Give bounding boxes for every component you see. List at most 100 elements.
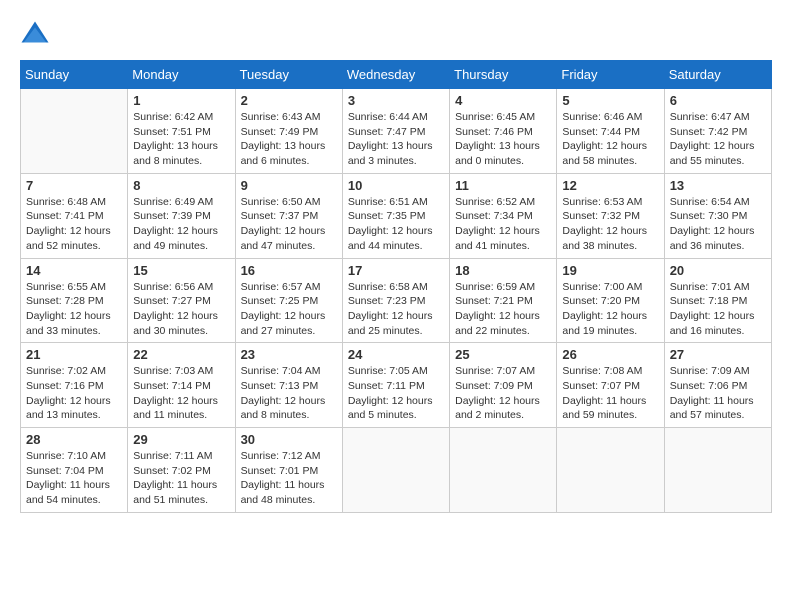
sunset-label: Sunset: 7:06 PM bbox=[670, 380, 748, 392]
calendar-week-row: 1 Sunrise: 6:42 AM Sunset: 7:51 PM Dayli… bbox=[21, 89, 772, 174]
sunrise-label: Sunrise: 7:07 AM bbox=[455, 365, 535, 377]
sunset-label: Sunset: 7:47 PM bbox=[348, 126, 426, 138]
sunrise-label: Sunrise: 6:56 AM bbox=[133, 281, 213, 293]
sunrise-label: Sunrise: 6:59 AM bbox=[455, 281, 535, 293]
day-number: 28 bbox=[26, 432, 122, 447]
daylight-label: Daylight: 12 hours and 58 minutes. bbox=[562, 140, 647, 167]
day-info: Sunrise: 7:01 AM Sunset: 7:18 PM Dayligh… bbox=[670, 280, 766, 339]
day-number: 22 bbox=[133, 347, 229, 362]
daylight-label: Daylight: 12 hours and 11 minutes. bbox=[133, 395, 218, 422]
sunrise-label: Sunrise: 7:01 AM bbox=[670, 281, 750, 293]
day-info: Sunrise: 7:08 AM Sunset: 7:07 PM Dayligh… bbox=[562, 364, 658, 423]
day-number: 12 bbox=[562, 178, 658, 193]
calendar-week-row: 21 Sunrise: 7:02 AM Sunset: 7:16 PM Dayl… bbox=[21, 343, 772, 428]
day-number: 10 bbox=[348, 178, 444, 193]
day-info: Sunrise: 7:11 AM Sunset: 7:02 PM Dayligh… bbox=[133, 449, 229, 508]
daylight-label: Daylight: 11 hours and 54 minutes. bbox=[26, 479, 110, 506]
calendar-cell: 14 Sunrise: 6:55 AM Sunset: 7:28 PM Dayl… bbox=[21, 258, 128, 343]
daylight-label: Daylight: 12 hours and 5 minutes. bbox=[348, 395, 433, 422]
sunset-label: Sunset: 7:30 PM bbox=[670, 210, 748, 222]
day-number: 25 bbox=[455, 347, 551, 362]
sunrise-label: Sunrise: 7:03 AM bbox=[133, 365, 213, 377]
sunrise-label: Sunrise: 7:02 AM bbox=[26, 365, 106, 377]
daylight-label: Daylight: 12 hours and 41 minutes. bbox=[455, 225, 540, 252]
weekday-header: Wednesday bbox=[342, 61, 449, 89]
day-number: 29 bbox=[133, 432, 229, 447]
day-info: Sunrise: 6:51 AM Sunset: 7:35 PM Dayligh… bbox=[348, 195, 444, 254]
sunrise-label: Sunrise: 6:58 AM bbox=[348, 281, 428, 293]
sunrise-label: Sunrise: 6:50 AM bbox=[241, 196, 321, 208]
day-number: 5 bbox=[562, 93, 658, 108]
sunset-label: Sunset: 7:28 PM bbox=[26, 295, 104, 307]
weekday-header-row: SundayMondayTuesdayWednesdayThursdayFrid… bbox=[21, 61, 772, 89]
sunset-label: Sunset: 7:04 PM bbox=[26, 465, 104, 477]
calendar-cell: 20 Sunrise: 7:01 AM Sunset: 7:18 PM Dayl… bbox=[664, 258, 771, 343]
weekday-header: Thursday bbox=[450, 61, 557, 89]
daylight-label: Daylight: 12 hours and 49 minutes. bbox=[133, 225, 218, 252]
calendar-cell: 7 Sunrise: 6:48 AM Sunset: 7:41 PM Dayli… bbox=[21, 173, 128, 258]
daylight-label: Daylight: 12 hours and 47 minutes. bbox=[241, 225, 326, 252]
sunrise-label: Sunrise: 6:51 AM bbox=[348, 196, 428, 208]
sunset-label: Sunset: 7:34 PM bbox=[455, 210, 533, 222]
sunset-label: Sunset: 7:01 PM bbox=[241, 465, 319, 477]
sunrise-label: Sunrise: 6:45 AM bbox=[455, 111, 535, 123]
daylight-label: Daylight: 12 hours and 30 minutes. bbox=[133, 310, 218, 337]
daylight-label: Daylight: 13 hours and 0 minutes. bbox=[455, 140, 540, 167]
day-info: Sunrise: 7:07 AM Sunset: 7:09 PM Dayligh… bbox=[455, 364, 551, 423]
sunrise-label: Sunrise: 6:53 AM bbox=[562, 196, 642, 208]
sunset-label: Sunset: 7:51 PM bbox=[133, 126, 211, 138]
day-info: Sunrise: 6:50 AM Sunset: 7:37 PM Dayligh… bbox=[241, 195, 337, 254]
daylight-label: Daylight: 12 hours and 33 minutes. bbox=[26, 310, 111, 337]
sunrise-label: Sunrise: 7:12 AM bbox=[241, 450, 321, 462]
day-number: 13 bbox=[670, 178, 766, 193]
sunrise-label: Sunrise: 7:00 AM bbox=[562, 281, 642, 293]
calendar: SundayMondayTuesdayWednesdayThursdayFrid… bbox=[20, 60, 772, 513]
calendar-cell: 23 Sunrise: 7:04 AM Sunset: 7:13 PM Dayl… bbox=[235, 343, 342, 428]
daylight-label: Daylight: 11 hours and 57 minutes. bbox=[670, 395, 754, 422]
day-info: Sunrise: 6:52 AM Sunset: 7:34 PM Dayligh… bbox=[455, 195, 551, 254]
day-number: 27 bbox=[670, 347, 766, 362]
calendar-cell: 3 Sunrise: 6:44 AM Sunset: 7:47 PM Dayli… bbox=[342, 89, 449, 174]
daylight-label: Daylight: 13 hours and 6 minutes. bbox=[241, 140, 326, 167]
day-number: 24 bbox=[348, 347, 444, 362]
day-info: Sunrise: 7:10 AM Sunset: 7:04 PM Dayligh… bbox=[26, 449, 122, 508]
day-info: Sunrise: 6:57 AM Sunset: 7:25 PM Dayligh… bbox=[241, 280, 337, 339]
calendar-cell bbox=[664, 428, 771, 513]
daylight-label: Daylight: 12 hours and 19 minutes. bbox=[562, 310, 647, 337]
day-number: 6 bbox=[670, 93, 766, 108]
day-info: Sunrise: 6:45 AM Sunset: 7:46 PM Dayligh… bbox=[455, 110, 551, 169]
day-info: Sunrise: 7:00 AM Sunset: 7:20 PM Dayligh… bbox=[562, 280, 658, 339]
calendar-cell: 29 Sunrise: 7:11 AM Sunset: 7:02 PM Dayl… bbox=[128, 428, 235, 513]
calendar-week-row: 7 Sunrise: 6:48 AM Sunset: 7:41 PM Dayli… bbox=[21, 173, 772, 258]
calendar-cell: 13 Sunrise: 6:54 AM Sunset: 7:30 PM Dayl… bbox=[664, 173, 771, 258]
day-info: Sunrise: 6:46 AM Sunset: 7:44 PM Dayligh… bbox=[562, 110, 658, 169]
sunrise-label: Sunrise: 6:42 AM bbox=[133, 111, 213, 123]
sunrise-label: Sunrise: 6:49 AM bbox=[133, 196, 213, 208]
sunrise-label: Sunrise: 7:09 AM bbox=[670, 365, 750, 377]
daylight-label: Daylight: 11 hours and 48 minutes. bbox=[241, 479, 325, 506]
sunrise-label: Sunrise: 6:55 AM bbox=[26, 281, 106, 293]
day-info: Sunrise: 7:04 AM Sunset: 7:13 PM Dayligh… bbox=[241, 364, 337, 423]
day-info: Sunrise: 6:48 AM Sunset: 7:41 PM Dayligh… bbox=[26, 195, 122, 254]
day-number: 18 bbox=[455, 263, 551, 278]
daylight-label: Daylight: 12 hours and 52 minutes. bbox=[26, 225, 111, 252]
weekday-header: Monday bbox=[128, 61, 235, 89]
calendar-cell: 18 Sunrise: 6:59 AM Sunset: 7:21 PM Dayl… bbox=[450, 258, 557, 343]
sunset-label: Sunset: 7:16 PM bbox=[26, 380, 104, 392]
day-number: 19 bbox=[562, 263, 658, 278]
day-number: 1 bbox=[133, 93, 229, 108]
sunset-label: Sunset: 7:39 PM bbox=[133, 210, 211, 222]
sunrise-label: Sunrise: 6:43 AM bbox=[241, 111, 321, 123]
logo-icon bbox=[20, 20, 50, 50]
day-number: 26 bbox=[562, 347, 658, 362]
sunset-label: Sunset: 7:46 PM bbox=[455, 126, 533, 138]
calendar-cell: 30 Sunrise: 7:12 AM Sunset: 7:01 PM Dayl… bbox=[235, 428, 342, 513]
calendar-cell: 25 Sunrise: 7:07 AM Sunset: 7:09 PM Dayl… bbox=[450, 343, 557, 428]
calendar-cell: 10 Sunrise: 6:51 AM Sunset: 7:35 PM Dayl… bbox=[342, 173, 449, 258]
sunset-label: Sunset: 7:27 PM bbox=[133, 295, 211, 307]
sunset-label: Sunset: 7:25 PM bbox=[241, 295, 319, 307]
calendar-cell: 17 Sunrise: 6:58 AM Sunset: 7:23 PM Dayl… bbox=[342, 258, 449, 343]
page-header bbox=[20, 20, 772, 50]
calendar-cell: 26 Sunrise: 7:08 AM Sunset: 7:07 PM Dayl… bbox=[557, 343, 664, 428]
calendar-cell: 15 Sunrise: 6:56 AM Sunset: 7:27 PM Dayl… bbox=[128, 258, 235, 343]
